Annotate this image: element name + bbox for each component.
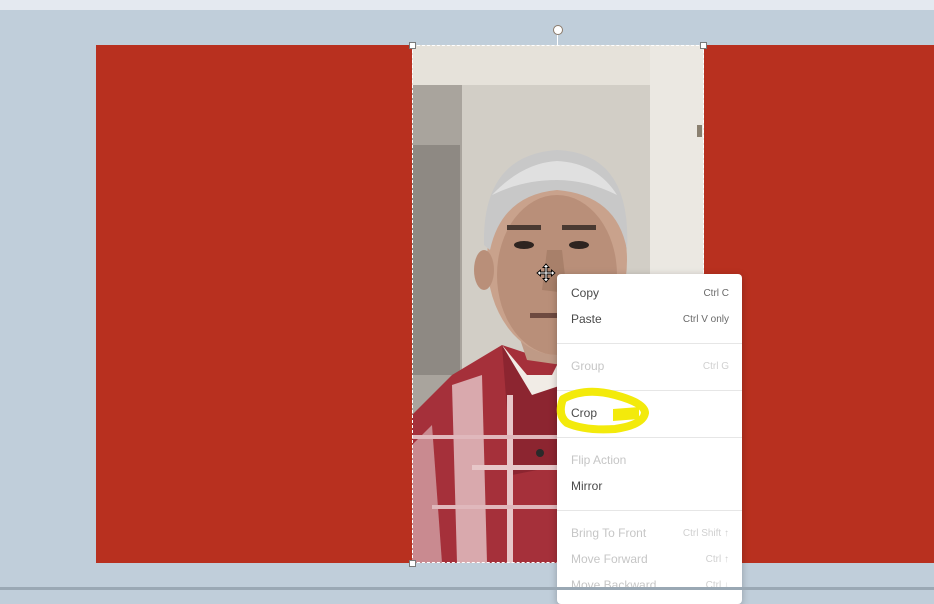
menu-item-label: Move Forward: [571, 552, 648, 566]
rotate-handle[interactable]: [553, 25, 563, 35]
resize-handle-top-right[interactable]: [700, 42, 707, 49]
resize-handle-bottom-left[interactable]: [409, 560, 416, 567]
menu-item-mirror[interactable]: Mirror: [557, 473, 742, 499]
menu-item-shortcut: Ctrl G: [702, 360, 729, 372]
move-cursor-icon: [536, 263, 556, 283]
menu-item-move-forward[interactable]: Move Forward Ctrl ↑: [557, 546, 742, 572]
menu-item-shortcut: Ctrl V only: [682, 313, 729, 325]
menu-item-flip-action[interactable]: Flip Action: [557, 447, 742, 473]
menu-item-copy[interactable]: Copy Ctrl C: [557, 280, 742, 306]
menu-item-label: Bring To Front: [571, 526, 647, 540]
menu-item-bring-to-front[interactable]: Bring To Front Ctrl Shift ↑: [557, 520, 742, 546]
menu-item-label: Mirror: [571, 479, 603, 493]
menu-item-label: Group: [571, 359, 605, 373]
menu-separator: [557, 510, 742, 511]
menu-item-shortcut: Ctrl C: [703, 287, 729, 299]
menu-item-group[interactable]: Group Ctrl G: [557, 353, 742, 379]
menu-item-move-backward[interactable]: Move Backward Ctrl ↓: [557, 572, 742, 598]
menu-separator: [557, 390, 742, 391]
menu-item-label: Copy: [571, 286, 600, 300]
menu-item-label: Crop: [571, 406, 598, 420]
menu-item-label: Paste: [571, 312, 602, 326]
menu-item-paste[interactable]: Paste Ctrl V only: [557, 306, 742, 332]
rotate-handle-stem: [557, 35, 558, 45]
menu-item-shortcut: Ctrl Shift ↑: [682, 527, 729, 539]
menu-item-shortcut: Ctrl ↑: [705, 553, 729, 565]
resize-handle-top-left[interactable]: [409, 42, 416, 49]
menu-item-crop[interactable]: Crop: [557, 400, 742, 426]
menu-item-label: Flip Action: [571, 453, 627, 467]
context-menu: Copy Ctrl C Paste Ctrl V only Group Ctrl…: [557, 274, 742, 604]
menu-separator: [557, 437, 742, 438]
menu-separator: [557, 343, 742, 344]
top-toolbar-strip: [0, 0, 934, 10]
